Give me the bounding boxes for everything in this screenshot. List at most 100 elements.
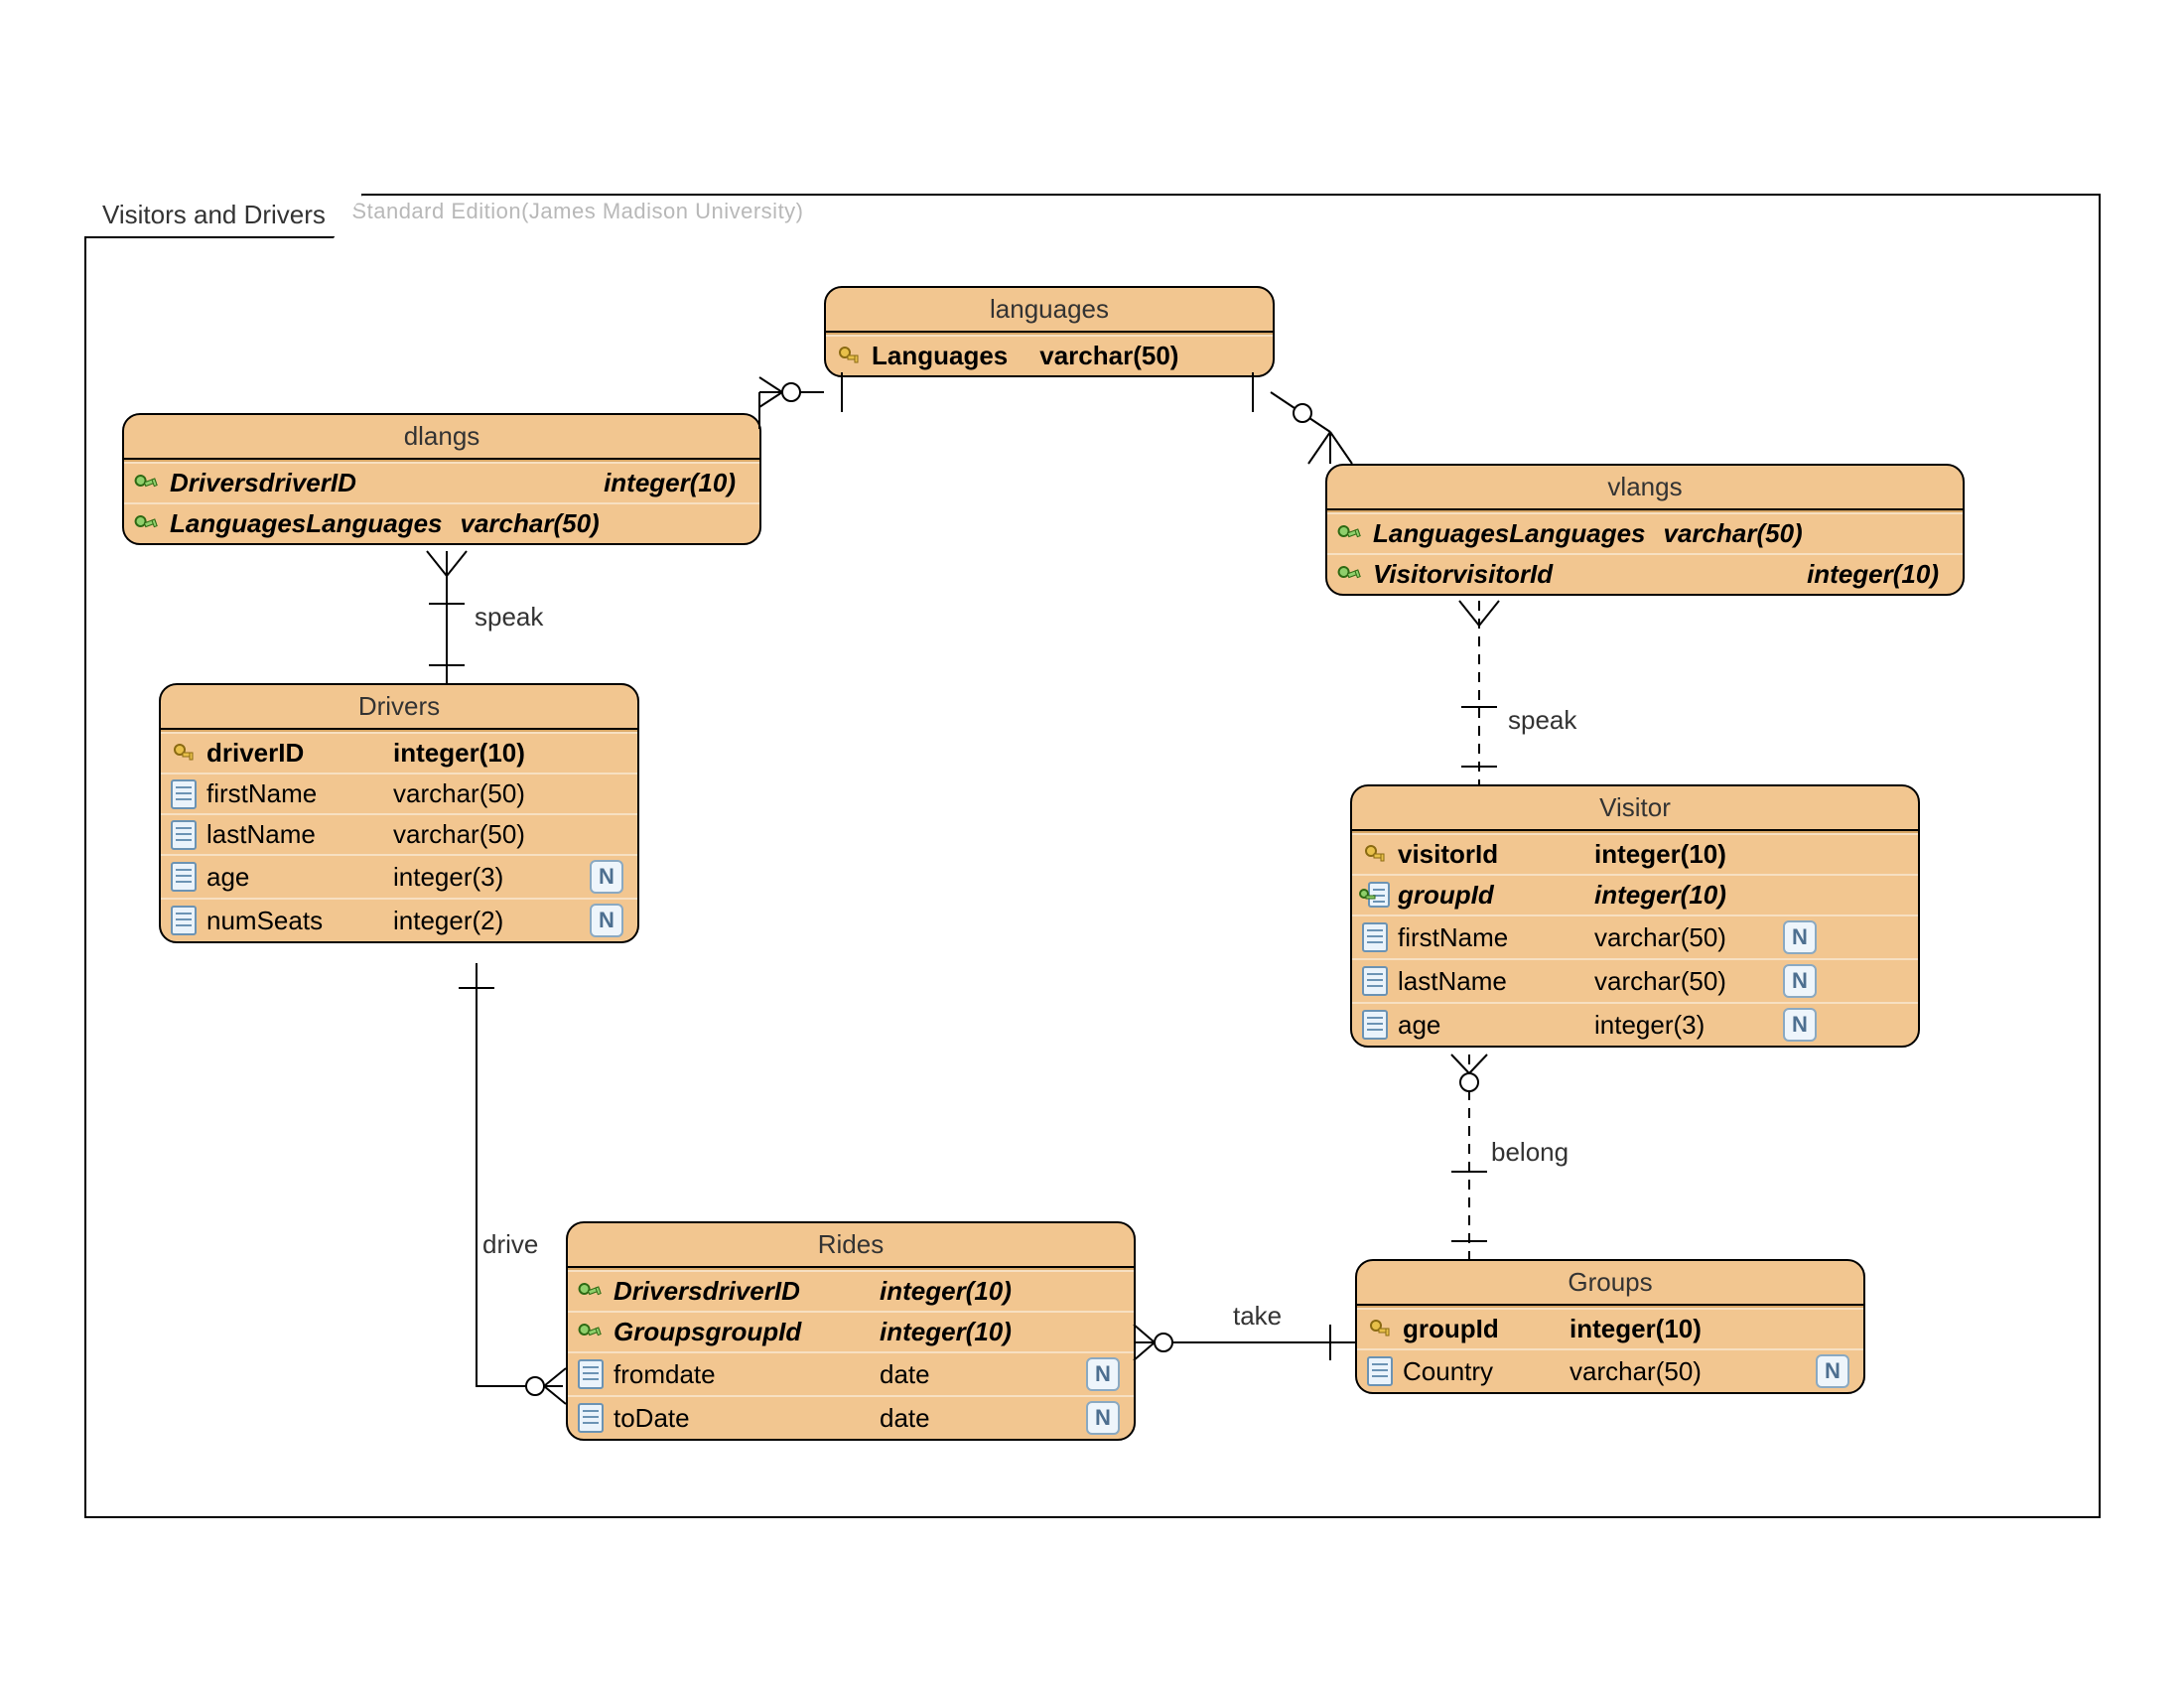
column-icon <box>171 864 197 890</box>
column-name: firstName <box>1398 922 1576 953</box>
column-type: integer(10) <box>880 1276 1012 1307</box>
column-name: DriversdriverID <box>614 1276 862 1307</box>
column-name: groupId <box>1403 1314 1552 1344</box>
column-icon <box>578 1361 604 1387</box>
table-row: numSeats integer(2) N <box>161 898 637 941</box>
primary-key-icon <box>171 741 197 767</box>
column-name: fromdate <box>614 1359 862 1390</box>
column-type: integer(10) <box>1594 839 1726 870</box>
primary-key-icon <box>1362 842 1388 868</box>
entity-title: Rides <box>568 1223 1134 1268</box>
table-row: DriversdriverID integer(10) <box>568 1270 1134 1311</box>
column-name: numSeats <box>206 906 375 936</box>
column-name: visitorId <box>1398 839 1576 870</box>
nullable-badge: N <box>1783 920 1817 954</box>
table-row: VisitorvisitorId integer(10) <box>1327 553 1963 594</box>
entity-vlangs[interactable]: vlangs LanguagesLanguages varchar(50) Vi… <box>1325 464 1965 596</box>
entity-title: vlangs <box>1327 466 1963 510</box>
foreign-key-icon <box>134 471 160 496</box>
column-type: integer(10) <box>393 738 525 769</box>
column-name: LanguagesLanguages <box>1373 518 1646 549</box>
column-name: firstName <box>206 778 375 809</box>
column-type: varchar(50) <box>1039 341 1178 371</box>
column-name: Languages <box>872 341 1008 371</box>
column-name: LanguagesLanguages <box>170 508 443 539</box>
table-row: toDate date N <box>568 1395 1134 1439</box>
frame-title: Visitors and Drivers <box>84 194 363 238</box>
primary-key-icon <box>836 344 862 369</box>
relationship-label-drive: drive <box>482 1229 538 1260</box>
column-type: varchar(50) <box>1594 966 1773 997</box>
entity-drivers[interactable]: Drivers driverID integer(10) firstName v… <box>159 683 639 943</box>
column-icon <box>171 781 197 807</box>
table-row: lastName varchar(50) <box>161 813 637 854</box>
column-name: driverID <box>206 738 375 769</box>
table-row: fromdate date N <box>568 1351 1134 1395</box>
column-type: varchar(50) <box>1664 518 1803 549</box>
table-row: age integer(3) N <box>1352 1002 1918 1046</box>
column-type: integer(10) <box>604 468 746 498</box>
nullable-badge: N <box>1816 1354 1849 1388</box>
column-name: toDate <box>614 1403 862 1434</box>
table-row: Languages varchar(50) <box>826 335 1273 375</box>
foreign-key-icon <box>1337 562 1363 588</box>
column-type: varchar(50) <box>1594 922 1773 953</box>
foreign-key-column-icon <box>1362 883 1388 909</box>
column-type: date <box>880 1359 930 1390</box>
entity-rides[interactable]: Rides DriversdriverID integer(10) Groups… <box>566 1221 1136 1441</box>
column-name: groupId <box>1398 880 1576 911</box>
entity-title: Visitor <box>1352 786 1918 831</box>
table-row: groupId integer(10) <box>1357 1308 1863 1348</box>
column-type: varchar(50) <box>393 819 525 850</box>
column-name: age <box>1398 1010 1576 1041</box>
entity-title: dlangs <box>124 415 759 460</box>
entity-dlangs[interactable]: dlangs DriversdriverID integer(10) Langu… <box>122 413 761 545</box>
table-row: GroupsgroupId integer(10) <box>568 1311 1134 1351</box>
entity-groups[interactable]: Groups groupId integer(10) Country varch… <box>1355 1259 1865 1394</box>
column-icon <box>1362 924 1388 950</box>
entity-title: Drivers <box>161 685 637 730</box>
nullable-badge: N <box>590 860 623 894</box>
primary-key-icon <box>1367 1317 1393 1342</box>
relationship-label-belong: belong <box>1491 1137 1569 1168</box>
table-row: age integer(3) N <box>161 854 637 898</box>
relationship-label-take: take <box>1233 1301 1282 1332</box>
column-type: integer(2) <box>393 906 503 936</box>
column-name: Country <box>1403 1356 1552 1387</box>
nullable-badge: N <box>1086 1401 1120 1435</box>
table-row: groupId integer(10) <box>1352 874 1918 914</box>
entity-visitor[interactable]: Visitor visitorId integer(10) groupId in… <box>1350 784 1920 1048</box>
foreign-key-icon <box>1337 521 1363 547</box>
relationship-label-speak: speak <box>1508 705 1576 736</box>
column-type: integer(10) <box>880 1317 1012 1347</box>
column-icon <box>578 1405 604 1431</box>
column-icon <box>171 822 197 848</box>
column-name: age <box>206 862 375 893</box>
entity-title: Groups <box>1357 1261 1863 1306</box>
column-type: varchar(50) <box>461 508 600 539</box>
column-icon <box>1362 968 1388 994</box>
entity-title: languages <box>826 288 1273 333</box>
table-row: Country varchar(50) N <box>1357 1348 1863 1392</box>
column-icon <box>1362 1012 1388 1038</box>
column-type: integer(3) <box>1594 1010 1773 1041</box>
foreign-key-icon <box>578 1320 604 1345</box>
diagram-canvas: Visual Paradigm for UML Standard Edition… <box>0 0 2184 1688</box>
foreign-key-icon <box>134 511 160 537</box>
column-type: integer(10) <box>1570 1314 1702 1344</box>
table-row: driverID integer(10) <box>161 732 637 773</box>
table-row: LanguagesLanguages varchar(50) <box>1327 512 1963 553</box>
column-type: date <box>880 1403 930 1434</box>
relationship-label-speak: speak <box>475 602 543 633</box>
column-name: VisitorvisitorId <box>1373 559 1553 590</box>
column-icon <box>1367 1358 1393 1384</box>
column-name: DriversdriverID <box>170 468 356 498</box>
nullable-badge: N <box>1086 1357 1120 1391</box>
column-name: lastName <box>1398 966 1576 997</box>
column-type: integer(3) <box>393 862 503 893</box>
column-type: varchar(50) <box>1570 1356 1702 1387</box>
entity-languages[interactable]: languages Languages varchar(50) <box>824 286 1275 377</box>
nullable-badge: N <box>1783 1008 1817 1042</box>
nullable-badge: N <box>1783 964 1817 998</box>
table-row: firstName varchar(50) N <box>1352 914 1918 958</box>
